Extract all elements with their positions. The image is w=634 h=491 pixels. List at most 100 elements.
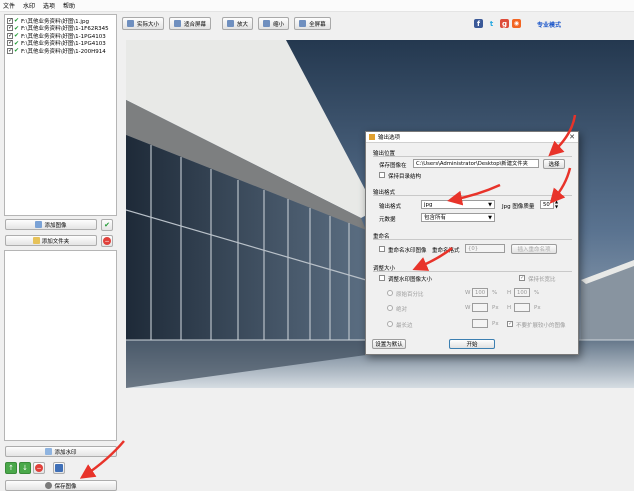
quality-label: Jpg 图像质量 [502,204,535,210]
close-icon[interactable]: ✕ [569,133,575,141]
fullscreen-label: 全屏幕 [309,21,326,28]
reset-default-button[interactable]: 设置为默认 [372,339,406,349]
output-options-dialog: 输出选项 ✕ 输出位置 保存图像在 C:\Users\Administrator… [365,131,579,355]
file-checkbox[interactable] [7,47,13,54]
metadata-label: 元数据 [379,217,396,223]
menu-watermark[interactable]: 水印 [23,1,35,10]
fit-screen-icon [174,20,182,27]
height-label: H [507,305,512,311]
keep-ratio-checkbox[interactable] [519,274,525,281]
rename-format-label: 重命名格式 [432,248,460,254]
zoom-out-button[interactable]: 缩小 [258,17,290,30]
watermark-list[interactable] [4,250,117,441]
save-gear-icon [45,482,53,489]
save-to-label: 保存图像在 [379,163,407,169]
format-select[interactable]: jpg ▼ [421,200,495,209]
fit-screen-button[interactable]: 适合屏幕 [169,17,212,30]
keep-dir-label: 保持目录结构 [388,174,422,180]
actual-size-icon [127,20,134,27]
divider [373,239,572,240]
facebook-icon[interactable]: f [474,19,483,28]
add-watermark-label: 添加水印 [54,449,77,456]
save-image-button[interactable]: 保存图像 [5,480,117,491]
percent-unit: % [534,290,540,296]
dialog-title: 输出选项 [378,135,401,141]
file-checkbox[interactable] [7,32,13,39]
width-label: W [465,290,471,296]
file-row[interactable]: ✔F:\其他业务资料\好图\1-200H914 [7,47,114,55]
file-path: F:\其他业务资料\好图\1-200H914 [21,48,106,55]
add-image-button[interactable]: 添加图像 [5,219,97,230]
dialog-titlebar: 输出选项 [366,132,578,143]
actual-size-button[interactable]: 实际大小 [122,17,165,30]
chevron-down-icon: ▼ [488,202,492,208]
resize-label: 调整水印图像大小 [388,277,433,283]
insert-rename-button[interactable]: 插入重命名项 [511,244,557,254]
percent-radio[interactable] [387,290,393,296]
twitter-icon[interactable]: t [487,19,496,28]
absolute-width-input[interactable] [472,303,488,312]
add-folder-button[interactable]: 添加文件夹 [5,235,97,246]
zoom-out-label: 缩小 [273,21,285,28]
keep-ratio-label: 保持长宽比 [528,277,556,283]
remove-button[interactable]: − [101,235,113,247]
no-enlarge-checkbox[interactable] [507,320,513,327]
longest-side-input[interactable] [472,319,488,328]
app-icon [369,134,375,140]
zoom-out-icon [263,20,271,27]
divider [373,156,572,157]
move-up-button[interactable]: ↑ [5,462,17,474]
save-watermark-button[interactable] [53,462,65,474]
confirm-button[interactable]: ✔ [101,219,113,231]
menu-bar: 文件 水印 选项 帮助 [0,0,634,12]
resize-checkbox[interactable] [379,275,385,281]
watermark-icon [45,448,53,455]
google-plus-icon[interactable]: g [500,19,509,28]
menu-options[interactable]: 选项 [43,1,55,10]
file-checkbox[interactable] [7,39,13,47]
start-button[interactable]: 开始 [449,339,495,349]
image-file-list[interactable]: ✔F:\其他业务资料\好图\1.jpg ✔F:\其他业务资料\好图\1-1F62… [4,14,117,216]
rename-checkbox[interactable] [379,246,385,252]
remove-icon: − [103,237,111,245]
quality-stepper[interactable]: ▲ ▼ [555,199,558,209]
actual-size-label: 实际大小 [137,21,160,28]
quality-input[interactable]: 50 [540,200,554,209]
menu-help[interactable]: 帮助 [63,1,75,10]
rename-format-input[interactable]: {0} [465,244,505,253]
absolute-height-input[interactable] [514,303,530,312]
check-icon: ✔ [14,39,20,47]
pro-mode-link[interactable]: 专业模式 [537,20,561,29]
fullscreen-icon [299,20,307,27]
browse-button[interactable]: 选择 [543,159,565,169]
divider [373,195,572,196]
view-toolbar: 实际大小 适合屏幕 放大 缩小 全屏幕 [122,17,336,30]
divider [373,271,572,272]
save-path-input[interactable]: C:\Users\Administrator\Desktop\新建文件夹 [413,159,539,168]
add-watermark-button[interactable]: 添加水印 [5,446,117,457]
file-checkbox[interactable] [7,17,13,24]
move-down-button[interactable]: ↓ [19,462,31,474]
percent-width-input[interactable]: 100 [472,288,488,297]
chevron-down-icon: ▼ [488,215,492,221]
arrow-down-icon: ↓ [22,464,28,472]
check-icon: ✔ [14,24,20,32]
check-icon: ✔ [14,32,20,40]
delete-watermark-button[interactable]: − [33,462,45,474]
rss-icon[interactable]: ◉ [512,19,521,28]
percent-height-input[interactable]: 100 [514,288,530,297]
absolute-radio[interactable] [387,305,393,311]
no-enlarge-label: 不要扩展较小的图像 [516,323,566,329]
zoom-in-label: 放大 [237,21,249,28]
longest-side-radio[interactable] [387,321,393,327]
fullscreen-button[interactable]: 全屏幕 [294,17,331,30]
metadata-select[interactable]: 包含所有 ▼ [421,213,495,222]
image-icon [35,221,43,228]
menu-file[interactable]: 文件 [3,1,15,10]
format-label: 输出格式 [379,204,402,210]
zoom-in-button[interactable]: 放大 [222,17,254,30]
remove-icon: − [35,464,43,472]
file-checkbox[interactable] [7,24,13,32]
keep-dir-checkbox[interactable] [379,172,385,178]
longest-side-label: 最长边 [396,323,413,329]
